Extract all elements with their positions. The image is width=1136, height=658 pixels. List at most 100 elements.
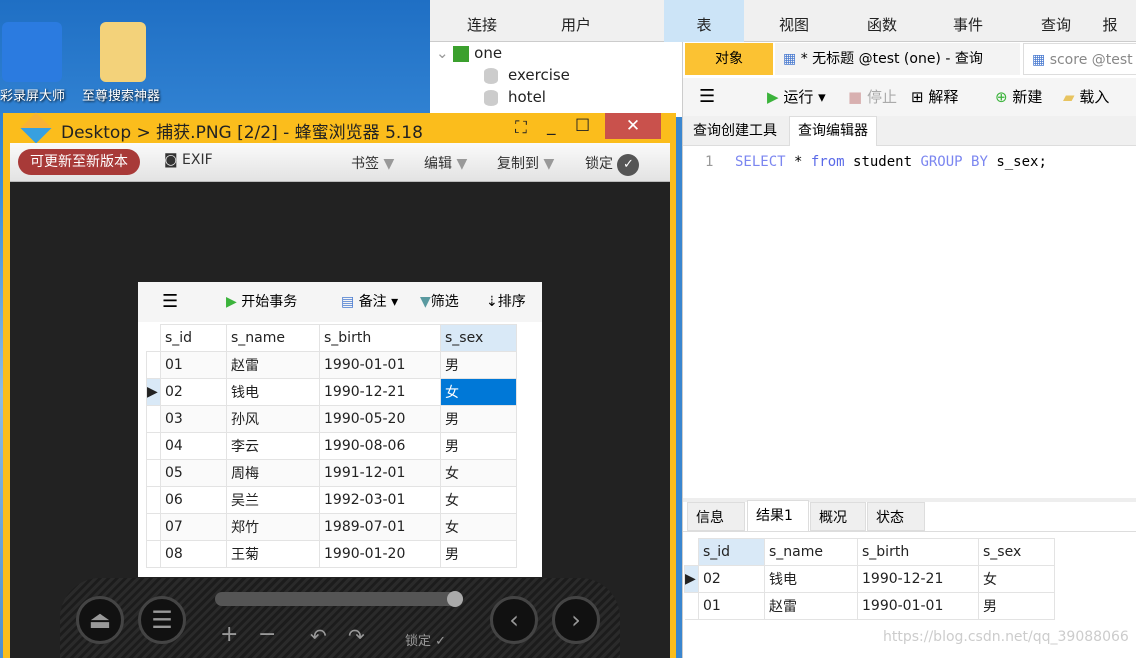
toolbar-table[interactable]: 表 — [664, 0, 744, 42]
table-row: 05 周梅 1991-12-01 女 — [146, 459, 517, 487]
fullscreen-icon[interactable]: ⛶ — [515, 118, 527, 138]
run-label: 运行 — [783, 88, 814, 106]
tree-connection-one[interactable]: ⌄ one — [436, 44, 502, 62]
database-icon — [484, 67, 498, 84]
copy-to-menu[interactable]: 复制到 ▼ — [497, 153, 554, 173]
cell: 女 — [440, 513, 517, 541]
exif-label: EXIF — [182, 152, 213, 168]
image-grid: s_id s_name s_birth s_sex 01 赵雷 1990-01-01 男 ▶ 0… — [146, 324, 517, 568]
maximize-icon[interactable]: ☐ — [575, 116, 590, 136]
tab-query-builder[interactable]: 查询创建工具 — [685, 116, 785, 146]
menu-icon[interactable]: ☰ — [699, 78, 715, 116]
screen-recorder-icon[interactable] — [2, 22, 62, 82]
rotate-left-icon[interactable]: ↶ — [310, 624, 327, 648]
toolbar-connect[interactable]: 连接 — [442, 14, 522, 35]
eject-icon[interactable]: ⏏ — [76, 596, 124, 644]
table-row: 04 李云 1990-08-06 男 — [146, 432, 517, 460]
cell[interactable]: 1990-12-21 — [857, 565, 979, 593]
new-button[interactable]: ⊕ 新建 — [995, 78, 1042, 116]
table-row: ▶ 02 钱电 1990-12-21 女 — [146, 378, 517, 406]
tab-profile[interactable]: 概况 — [810, 502, 866, 531]
cell: 钱电 — [226, 378, 320, 406]
toolbar-event[interactable]: 事件 — [928, 14, 1008, 35]
stop-button[interactable]: ■ 停止 — [848, 78, 897, 116]
tab-query-editor[interactable]: 查询编辑器 — [789, 116, 877, 146]
bookmarks-menu[interactable]: 书签 ▼ — [351, 153, 394, 173]
tab-status[interactable]: 状态 — [867, 502, 925, 531]
row-indicator — [146, 459, 161, 487]
rotate-right-icon[interactable]: ↷ — [348, 624, 365, 648]
query-toolbar: ☰ ▶ 运行 ▾ ■ 停止 ⊞ 解释 ⊕ 新建 ▰ 载入 — [683, 78, 1136, 116]
cell[interactable]: 02 — [698, 565, 765, 593]
tree-db-exercise[interactable]: exercise — [484, 66, 570, 84]
toolbar-query[interactable]: 查询 — [1016, 14, 1096, 35]
cell: 周梅 — [226, 459, 320, 487]
load-button[interactable]: ▰ 载入 — [1063, 78, 1109, 116]
cell[interactable]: 男 — [978, 592, 1055, 620]
run-button[interactable]: ▶ 运行 ▾ — [767, 78, 826, 116]
column-header[interactable]: s_sex — [978, 538, 1055, 566]
cell: 01 — [160, 351, 227, 379]
sql-editor[interactable]: 1 SELECT * from student GROUP BY s_sex; — [683, 147, 1136, 497]
cell: 07 — [160, 513, 227, 541]
tab-result1[interactable]: 结果1 — [747, 500, 809, 531]
sql-keyword: from — [810, 154, 845, 170]
table-row[interactable]: ▶ 02 钱电 1990-12-21 女 — [684, 565, 1055, 593]
db-label: exercise — [508, 66, 570, 84]
previous-icon[interactable]: ‹ — [490, 596, 538, 644]
folder-icon[interactable] — [100, 22, 146, 82]
tree-db-hotel[interactable]: hotel — [484, 88, 546, 106]
next-icon[interactable]: › — [552, 596, 600, 644]
column-header[interactable]: s_id — [698, 538, 765, 566]
tab-score[interactable]: ▦ score @test — [1023, 43, 1136, 75]
displayed-image: ☰ ▶ 开始事务 ▤ 备注 ▾ ▼筛选 ⇣排序 s_id s_name s_birt… — [138, 282, 542, 577]
tab-objects[interactable]: 对象 — [685, 43, 773, 75]
camera-icon: ◙ — [164, 152, 178, 168]
toolbar-view[interactable]: 视图 — [754, 14, 834, 35]
explain-icon: ⊞ — [911, 88, 924, 106]
tab-info[interactable]: 信息 — [687, 502, 745, 531]
navicat-main-toolbar: 连接 用户 表 视图 函数 事件 查询 报 — [430, 0, 1136, 42]
table-row: 01 赵雷 1990-01-01 男 — [146, 351, 517, 379]
title-bar[interactable]: Desktop > 捕获.PNG [2/2] - 蜂蜜浏览器 5.18 ⛶ _ … — [3, 112, 676, 144]
column-header: s_birth — [319, 324, 441, 352]
table-row[interactable]: 01 赵雷 1990-01-01 男 — [684, 592, 1055, 620]
cell[interactable]: 1990-01-01 — [857, 592, 979, 620]
lock-toggle[interactable]: 锁定 ✓ — [405, 630, 446, 649]
note: ▤ 备注 ▾ — [341, 294, 399, 310]
update-button[interactable]: 可更新至新版本 — [18, 149, 140, 175]
explain-button[interactable]: ⊞ 解释 — [911, 78, 958, 116]
cell[interactable]: 女 — [978, 565, 1055, 593]
desktop-icon-label: 至尊搜索神器 — [82, 89, 161, 104]
toolbar-user[interactable]: 用户 — [536, 14, 616, 35]
column-header[interactable]: s_birth — [857, 538, 979, 566]
exif-button[interactable]: ◙ EXIF — [164, 152, 213, 168]
slider-handle[interactable] — [447, 591, 463, 607]
column-header[interactable]: s_name — [764, 538, 858, 566]
close-button[interactable]: ✕ — [605, 113, 661, 139]
cell: 08 — [160, 540, 227, 568]
load-label: 载入 — [1079, 88, 1110, 106]
new-icon: ⊕ — [995, 88, 1008, 106]
cell[interactable]: 钱电 — [764, 565, 858, 593]
cell[interactable]: 01 — [698, 592, 765, 620]
cell[interactable]: 赵雷 — [764, 592, 858, 620]
row-indicator-icon: ▶ — [146, 378, 161, 406]
tab-query[interactable]: ▦ * 无标题 @test (one) - 查询 — [775, 43, 1020, 75]
lock-toggle[interactable]: 锁定 ✓ — [585, 153, 640, 176]
zoom-out-icon[interactable]: − — [258, 622, 276, 647]
grid-header: s_id s_name s_birth s_sex — [684, 538, 1055, 566]
menu-icon[interactable]: ☰ — [138, 596, 186, 644]
zoom-in-icon[interactable]: + — [220, 622, 238, 647]
cell: 05 — [160, 459, 227, 487]
toolbar-function[interactable]: 函数 — [842, 14, 922, 35]
minimize-icon[interactable]: _ — [547, 116, 556, 136]
cell: 男 — [440, 351, 517, 379]
stop-icon: ■ — [848, 88, 863, 106]
zoom-slider[interactable] — [215, 591, 463, 607]
row-indicator — [146, 513, 161, 541]
label: 备注 — [358, 294, 387, 310]
edit-menu[interactable]: 编辑 ▼ — [424, 153, 467, 173]
result-grid: s_id s_name s_birth s_sex ▶ 02 钱电 1990-12-21 女 … — [684, 538, 1055, 620]
toolbar-report[interactable]: 报 — [1090, 14, 1130, 35]
